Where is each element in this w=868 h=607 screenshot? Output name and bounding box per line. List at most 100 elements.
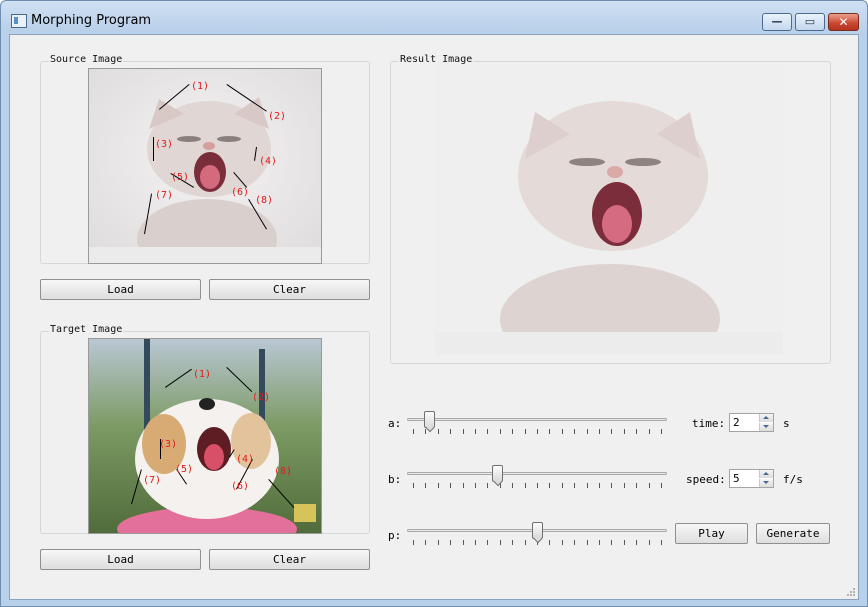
b-slider[interactable] [407,465,667,495]
slider-tick [512,483,514,488]
target-feature-marker: (1) [193,369,212,380]
slider-tick [462,429,464,434]
speed-up-arrow-icon[interactable] [759,470,773,478]
slider-tick [586,483,588,488]
maximize-icon: ▭ [804,15,816,28]
resize-grip-icon[interactable] [846,587,856,597]
speed-down-arrow-icon[interactable] [759,479,773,487]
slider-tick [524,540,526,545]
client-area: Source Image (1) (2) (3) (4) (5) (6) (7) (8) Lo [9,34,859,600]
slider-tick [413,483,414,488]
speed-unit: f/s [783,473,803,486]
slider-tick [462,540,464,545]
p-slider[interactable] [407,522,667,552]
slider-tick [537,429,538,434]
target-feature-marker: (5) [175,464,194,475]
speed-label: speed: [686,473,726,486]
slider-tick [475,540,476,545]
title-bar[interactable]: Morphing Program — ▭ ✕ [1,1,867,34]
source-clear-button[interactable]: Clear [209,279,370,300]
slider-tick [499,540,501,545]
speed-spinbox[interactable]: 5 [729,469,774,488]
slider-tick [487,483,489,488]
a-slider-groove [407,418,667,421]
slider-tick [413,429,414,434]
slider-tick [611,540,613,545]
p-slider-handle[interactable] [531,522,543,539]
a-slider-ticks [407,429,667,435]
target-clear-button[interactable]: Clear [209,549,370,570]
slider-tick [549,540,551,545]
play-button[interactable]: Play [675,523,748,544]
b-slider-handle[interactable] [491,465,503,482]
slider-tick [487,540,489,545]
b-label: b: [388,473,402,486]
slider-tick [648,540,650,545]
time-spinbox[interactable]: 2 [729,413,774,432]
slider-tick [574,483,576,488]
slider-tick [549,483,551,488]
target-feature-marker: (7) [143,475,162,486]
slider-tick [623,483,625,488]
app-icon [11,14,27,28]
slider-tick [661,540,662,545]
window-title: Morphing Program [31,13,152,28]
time-up-arrow-icon[interactable] [759,414,773,422]
b-slider-ticks [407,483,667,489]
minimize-button[interactable]: — [762,13,792,31]
slider-tick [648,483,650,488]
time-down-arrow-icon[interactable] [759,423,773,431]
slider-tick [661,483,662,488]
slider-tick [450,540,452,545]
target-image[interactable]: (1) (2) (3) (4) (5) (6) (7) (8) [88,338,322,534]
slider-tick [611,429,613,434]
slider-tick [636,540,638,545]
a-slider-handle[interactable] [424,411,436,428]
slider-tick [574,540,576,545]
target-feature-marker: (3) [159,439,178,450]
slider-tick [425,540,427,545]
slider-tick [623,429,625,434]
slider-tick [499,429,501,434]
source-feature-marker: (1) [191,81,210,92]
source-feature-line [153,137,154,161]
slider-tick [586,429,588,434]
source-load-button[interactable]: Load [40,279,201,300]
time-value: 2 [733,416,740,429]
slider-tick [437,483,439,488]
target-feature-marker: (8) [274,466,293,477]
slider-tick [549,429,551,434]
slider-tick [561,483,563,488]
slider-tick [462,483,464,488]
slider-tick [487,429,489,434]
source-feature-marker: (5) [171,172,190,183]
slider-tick [661,429,662,434]
maximize-button[interactable]: ▭ [795,13,825,31]
slider-tick [636,429,638,434]
slider-tick [561,429,563,434]
close-button[interactable]: ✕ [828,13,859,31]
target-image-title: Target Image [49,324,124,335]
slider-tick [599,540,600,545]
target-feature-marker: (4) [236,454,255,465]
slider-tick [512,429,514,434]
target-feature-marker: (6) [231,481,250,492]
slider-tick [413,540,414,545]
source-feature-marker: (2) [268,111,287,122]
slider-tick [450,429,452,434]
slider-tick [648,429,650,434]
a-slider[interactable] [407,411,667,441]
slider-tick [475,429,476,434]
generate-button[interactable]: Generate [756,523,830,544]
target-feature-marker: (2) [252,392,271,403]
source-image[interactable]: (1) (2) (3) (4) (5) (6) (7) (8) [88,68,322,264]
source-feature-marker: (7) [155,190,174,201]
time-label: time: [692,417,726,430]
minimize-icon: — [771,15,783,28]
target-load-button[interactable]: Load [40,549,201,570]
result-image [435,64,783,355]
a-label: a: [388,417,402,430]
close-icon: ✕ [838,15,849,29]
slider-tick [636,483,638,488]
time-unit: s [783,417,790,430]
